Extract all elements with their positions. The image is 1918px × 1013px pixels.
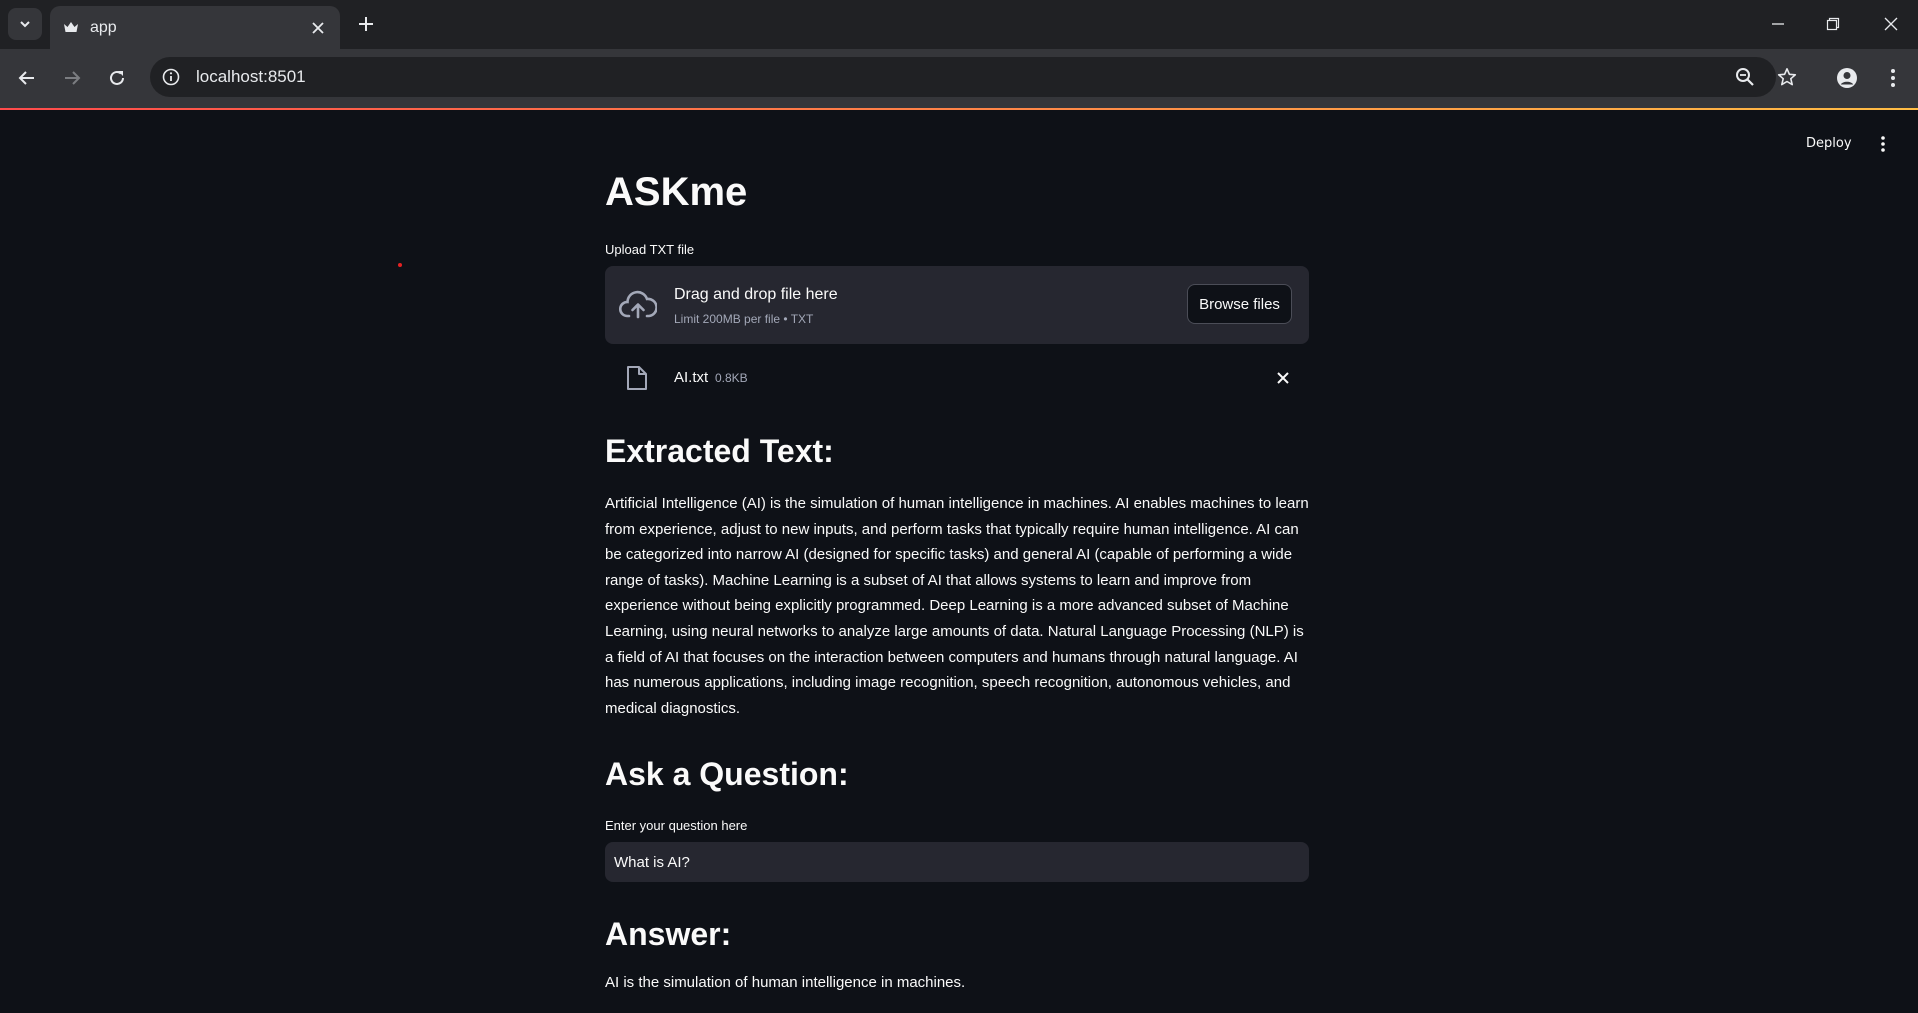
tab-search-button[interactable] [8,8,42,40]
zoom-out-icon[interactable] [1734,66,1756,88]
reload-icon [110,70,124,85]
new-tab-button[interactable] [355,13,377,35]
dropzone-title: Drag and drop file here [674,286,838,303]
star-icon[interactable] [1776,66,1798,88]
dropzone-subtitle: Limit 200MB per file • TXT [674,312,814,326]
browser-tabstrip: app [0,0,1918,49]
answer-text: AI is the simulation of human intelligen… [605,974,966,991]
arrow-right-icon [65,71,81,85]
cloud-upload-icon [619,288,657,322]
url-text[interactable]: localhost:8501 [196,57,306,97]
browser-toolbar: localhost:8501 [0,49,1918,108]
restore-icon [1826,17,1840,31]
file-icon [625,365,649,391]
uploader-label: Upload TXT file [605,242,695,257]
kebab-menu-icon [1881,136,1885,152]
window-close-button[interactable] [1873,10,1909,38]
question-heading: Ask a Question: [605,756,849,792]
restore-button[interactable] [1815,10,1851,38]
file-name: AI.txt [674,369,709,386]
browser-menu-button[interactable] [1879,64,1907,92]
answer-heading: Answer: [605,916,732,952]
profile-icon [1837,68,1857,88]
forward-button[interactable] [58,64,86,92]
tab-title: app [90,19,117,36]
browse-files-button[interactable]: Browse files [1187,284,1292,324]
info-icon[interactable] [160,66,182,88]
deploy-button[interactable]: Deploy [1800,130,1858,158]
profile-button[interactable] [1833,64,1861,92]
question-input-label: Enter your question here [605,818,748,833]
browser-tab[interactable]: app [50,6,340,49]
close-icon [1884,17,1898,31]
file-size: 0.8KB [715,371,748,385]
app-menu-button[interactable] [1870,131,1896,157]
cursor-dot [398,263,402,267]
uploaded-file-row: AI.txt 0.8KB [605,358,1309,398]
close-icon[interactable] [308,18,328,38]
plus-icon [359,17,373,31]
page-title: ASKme [605,170,748,214]
arrow-left-icon [18,71,34,85]
reload-button[interactable] [103,64,131,92]
crown-icon [62,18,80,36]
chevron-down-icon [20,21,30,28]
app-decoration-bar [0,108,1918,110]
extracted-text-heading: Extracted Text: [605,433,834,469]
back-button[interactable] [13,64,41,92]
address-bar[interactable]: localhost:8501 [150,57,1797,97]
minimize-icon [1772,23,1784,25]
kebab-menu-icon [1891,69,1895,87]
minimize-button[interactable] [1760,10,1796,38]
extracted-text: Artificial Intelligence (AI) is the simu… [605,495,1309,717]
file-dropzone[interactable]: Drag and drop file here Limit 200MB per … [605,266,1309,344]
question-input[interactable] [605,842,1309,882]
close-icon[interactable] [1273,368,1293,388]
